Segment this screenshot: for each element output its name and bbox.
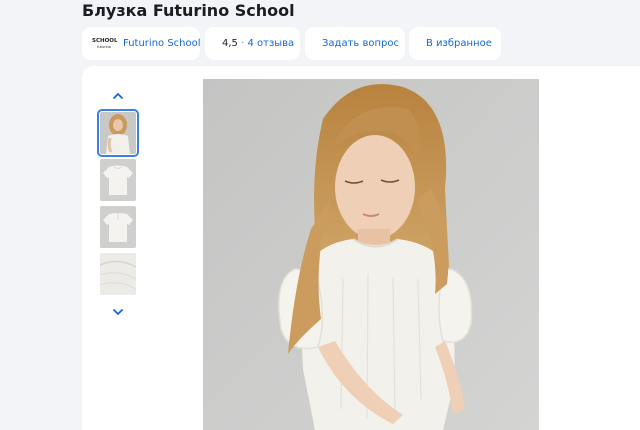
chevron-up-icon [113,92,123,99]
brand-logo: SCHOOL futurino [92,37,118,50]
main-product-photo[interactable] [203,79,539,430]
product-title: Блузка Futurino School [82,1,295,20]
rating-value: 4,5 [222,38,238,49]
brand-logo-text: SCHOOL [92,37,118,44]
brand-name-link[interactable]: Futurino School [123,38,201,49]
reviews-link[interactable]: 4 отзыва [247,38,294,49]
ask-question-button[interactable]: Задать вопрос [305,27,405,60]
brand-chip[interactable]: SCHOOL futurino Futurino School [82,27,201,60]
thumbnails-down-button[interactable] [96,302,140,322]
thumbnail-blouse-back[interactable] [100,206,136,248]
thumbnails-up-button[interactable] [96,85,140,105]
add-to-favorites-button[interactable]: В избранное [409,27,501,60]
thumbnail-photo-girl[interactable] [97,109,139,157]
thumbnail-fabric-detail[interactable] [100,253,136,295]
rating-chip[interactable]: 4,5 · 4 отзыва [205,27,300,60]
chevron-down-icon [113,308,123,315]
favorites-label: В избранное [426,38,492,49]
brand-logo-sub: futurino [97,44,111,49]
rating-separator: · [241,38,245,49]
ask-question-label: Задать вопрос [322,38,399,49]
thumbnail-blouse-front[interactable] [100,159,136,201]
